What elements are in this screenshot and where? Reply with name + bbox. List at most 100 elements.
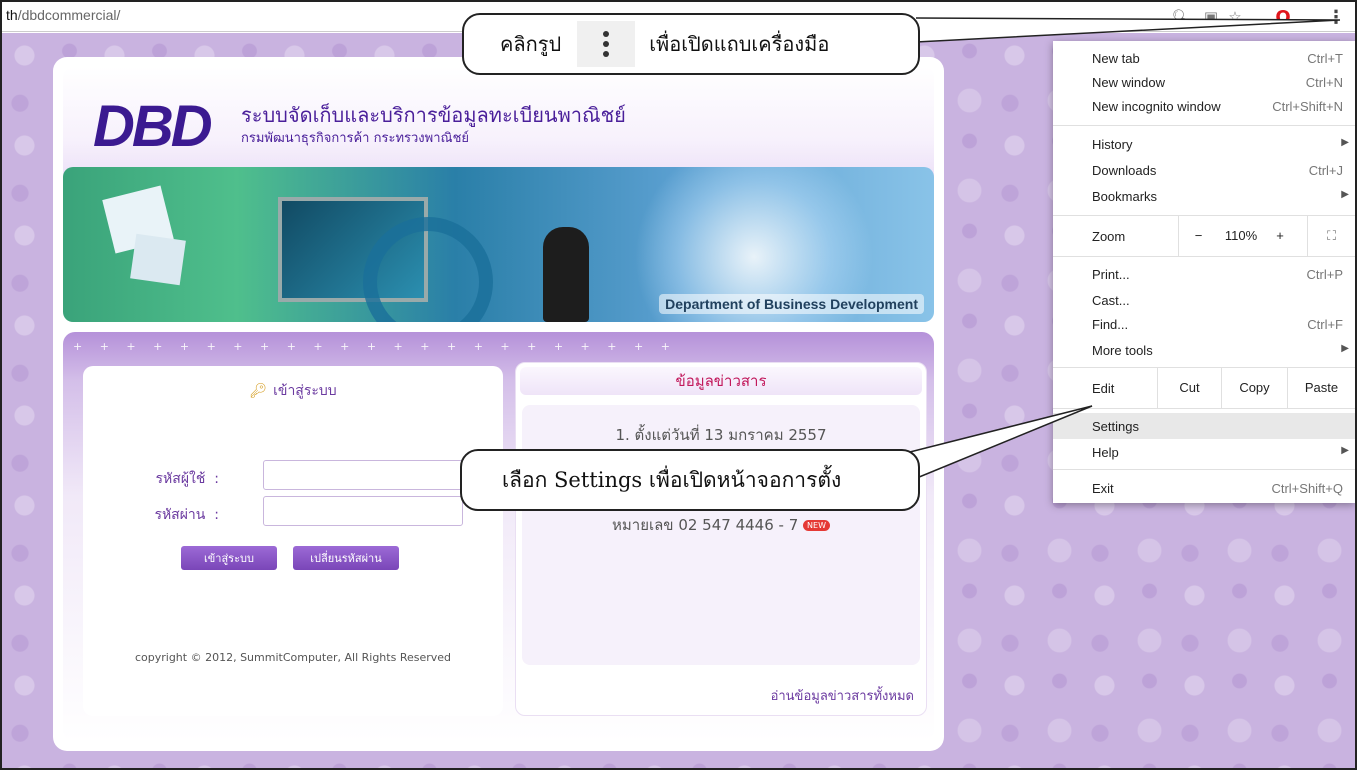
menu-item-new-incognito[interactable]: New incognito window Ctrl+Shift+N (1053, 93, 1355, 119)
menu-label: Exit (1092, 481, 1114, 496)
menu-item-exit[interactable]: Exit Ctrl+Shift+Q (1053, 475, 1355, 501)
login-panel: 🔑︎ เข้าสู่ระบบ รหัสผู้ใช้ : รหัสผ่าน : เข… (83, 366, 503, 716)
menu-item-cast[interactable]: Cast... (1053, 287, 1355, 313)
menu-dots-icon[interactable]: ⋮ (1325, 6, 1347, 28)
login-title-text: เข้าสู่ระบบ (273, 383, 337, 399)
callout-text: เลือก Settings เพื่อเปิดหน้าจอการตั้ง (502, 467, 842, 492)
menu-separator (1053, 125, 1355, 126)
menu-item-new-window[interactable]: New window Ctrl+N (1053, 69, 1355, 95)
url-text[interactable]: th/dbdcommercial/ (6, 7, 120, 23)
password-input[interactable] (263, 496, 463, 526)
menu-shortcut: Ctrl+T (1307, 51, 1343, 66)
username-label-text: รหัสผู้ใช้ (155, 471, 206, 487)
instruction-callout-menu: คลิกรูป เพื่อเปิดแถบเครื่องมือ (462, 13, 920, 75)
menu-dots-icon (577, 21, 636, 67)
banner-figure (543, 227, 589, 322)
username-label: รหัสผู้ใช้ : (123, 468, 219, 490)
menu-item-print[interactable]: Print... Ctrl+P (1053, 261, 1355, 287)
menu-shortcut: Ctrl+N (1305, 75, 1343, 90)
menu-item-downloads[interactable]: Downloads Ctrl+J (1053, 157, 1355, 183)
news-item[interactable]: 1. ตั้งแต่วันที่ 13 มกราคม 2557 (522, 423, 920, 447)
site-subtitle: กรมพัฒนาธุรกิจการค้า กระทรวงพาณิชย์ (241, 131, 470, 146)
site-banner: Department of Business Development (63, 167, 934, 322)
menu-item-edit: Edit Cut Copy Paste (1053, 368, 1355, 408)
news-phone: หมายเลข 02 547 4446 - 7 NEW (522, 513, 920, 537)
colon: : (214, 471, 219, 487)
banner-paper (130, 233, 186, 286)
menu-label: History (1092, 137, 1133, 152)
menu-item-settings[interactable]: Settings (1053, 413, 1355, 439)
menu-label: Edit (1092, 381, 1115, 396)
colon: : (214, 507, 219, 523)
banner-caption: Department of Business Development (659, 294, 924, 314)
menu-separator (1053, 256, 1355, 257)
search-icon[interactable]: 🔍︎ (1170, 6, 1192, 28)
password-label-text: รหัสผ่าน (154, 507, 206, 523)
menu-item-find[interactable]: Find... Ctrl+F (1053, 311, 1355, 337)
copyright-text: copyright © 2012, SummitComputer, All Ri… (134, 651, 452, 664)
fullscreen-icon[interactable]: ⛶ (1307, 216, 1355, 256)
username-input[interactable] (263, 460, 463, 490)
change-password-button[interactable]: เปลี่ยนรหัสผ่าน (293, 546, 399, 570)
menu-item-more-tools[interactable]: More tools ▶ (1053, 337, 1355, 363)
menu-shortcut: Ctrl+F (1307, 317, 1343, 332)
menu-item-new-tab[interactable]: New tab Ctrl+T (1053, 45, 1355, 71)
url-path: /dbdcommercial/ (17, 7, 121, 23)
menu-separator (1053, 408, 1355, 409)
menu-shortcut: Ctrl+Shift+Q (1271, 481, 1343, 496)
menu-label: New window (1092, 75, 1165, 90)
dbd-logo: DBD (93, 94, 213, 159)
login-title: 🔑︎ เข้าสู่ระบบ (83, 380, 503, 402)
menu-item-help[interactable]: Help ▶ (1053, 439, 1355, 465)
menu-shortcut: Ctrl+Shift+N (1272, 99, 1343, 114)
zoom-out-button[interactable]: − (1178, 216, 1218, 256)
login-button[interactable]: เข้าสู่ระบบ (181, 546, 277, 570)
extension-icon[interactable]: ▣ (1200, 6, 1222, 28)
menu-label: More tools (1092, 343, 1153, 358)
content-area: + + + + + + + + + + + + + + + + + + + + … (63, 332, 934, 742)
menu-label: Print... (1092, 267, 1130, 282)
zoom-in-button[interactable]: + (1265, 216, 1295, 256)
menu-separator (1053, 469, 1355, 470)
key-icon: 🔑︎ (249, 383, 268, 399)
opera-icon[interactable]: O (1272, 6, 1294, 28)
menu-label: New incognito window (1092, 99, 1221, 114)
menu-label: Cast... (1092, 293, 1130, 308)
callout-text: เพื่อเปิดแถบเครื่องมือ (649, 32, 830, 56)
menu-shortcut: Ctrl+J (1308, 163, 1343, 178)
submenu-arrow-icon: ▶ (1341, 445, 1349, 456)
read-all-news-link[interactable]: อ่านข้อมูลข่าวสารทั้งหมด (771, 685, 914, 706)
menu-label: Find... (1092, 317, 1129, 332)
menu-label: Downloads (1092, 163, 1157, 178)
menu-shortcut: Ctrl+P (1306, 267, 1343, 282)
screenshot-frame: th/dbdcommercial/ 🔍︎ ▣ ☆ O ⋮ DBD ระบบจัด… (0, 0, 1357, 770)
browser-menu: New tab Ctrl+T New window Ctrl+N New incog… (1053, 41, 1355, 503)
news-title: ข้อมูลข่าวสาร (520, 367, 922, 395)
paste-button[interactable]: Paste (1287, 368, 1355, 408)
zoom-level: 110% (1224, 228, 1258, 243)
news-panel: ข้อมูลข่าวสาร 1. ตั้งแต่วันที่ 13 มกราคม… (515, 362, 927, 716)
news-body: 1. ตั้งแต่วันที่ 13 มกราคม 2557 หมายเลข … (522, 405, 920, 665)
submenu-arrow-icon: ▶ (1341, 137, 1349, 148)
copy-button[interactable]: Copy (1221, 368, 1287, 408)
menu-label: New tab (1092, 51, 1140, 66)
cut-button[interactable]: Cut (1157, 368, 1221, 408)
url-host: th (6, 7, 18, 23)
submenu-arrow-icon: ▶ (1341, 343, 1349, 354)
callout-text: คลิกรูป (500, 32, 562, 56)
instruction-callout-settings: เลือก Settings เพื่อเปิดหน้าจอการตั้ง (460, 449, 920, 511)
new-badge: NEW (803, 520, 830, 531)
star-icon[interactable]: ☆ (1224, 6, 1246, 28)
submenu-arrow-icon: ▶ (1341, 189, 1349, 200)
password-label: รหัสผ่าน : (123, 504, 219, 526)
decorative-pattern: + + + + + + + + + + + + + + + + + + + + … (73, 340, 677, 353)
menu-item-zoom: Zoom − 110% + ⛶ (1053, 216, 1355, 256)
menu-label: Help (1092, 445, 1119, 460)
menu-item-history[interactable]: History ▶ (1053, 131, 1355, 157)
menu-item-bookmarks[interactable]: Bookmarks ▶ (1053, 183, 1355, 209)
menu-label: Zoom (1092, 229, 1126, 244)
news-phone-text: หมายเลข 02 547 4446 - 7 (612, 516, 799, 534)
menu-label: Bookmarks (1092, 189, 1158, 204)
main-card: DBD ระบบจัดเก็บและบริการข้อมูลทะเบียนพาณ… (53, 57, 944, 751)
menu-label: Settings (1092, 419, 1139, 434)
